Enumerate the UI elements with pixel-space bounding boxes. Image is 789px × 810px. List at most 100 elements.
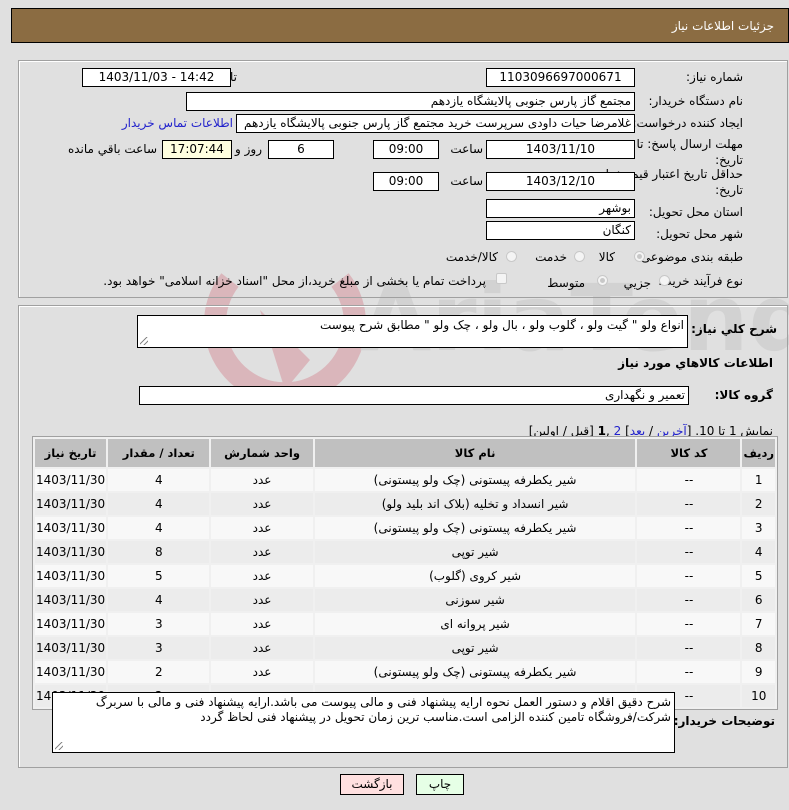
city-label: شهر محل تحویل: bbox=[656, 227, 743, 241]
treasury-payment-note: پرداخت تمام یا بخشی از مبلغ خرید،از محل … bbox=[103, 274, 486, 288]
announce-field: 1403/11/03 - 14:42 bbox=[82, 68, 231, 87]
cell-date: 1403/11/30 bbox=[35, 493, 107, 515]
page-header: جزئیات اطلاعات نیاز bbox=[11, 8, 789, 43]
cell-quantity: 4 bbox=[108, 469, 210, 491]
cell-date: 1403/11/30 bbox=[35, 565, 107, 587]
cell-row-no: 5 bbox=[742, 565, 775, 587]
goods-table-container: ردیف کد کالا نام کالا واحد شمارش تعداد /… bbox=[32, 436, 778, 710]
cell-code: -- bbox=[637, 469, 741, 491]
cell-name: شیر انسداد و تخلیه (بلاک اند بلید ولو) bbox=[314, 493, 636, 515]
process-option-minor: جزیي bbox=[623, 276, 651, 290]
reply-deadline-date-field: 1403/11/10 bbox=[486, 140, 635, 159]
cell-name: شیر توپی bbox=[314, 637, 636, 659]
cell-row-no: 2 bbox=[742, 493, 775, 515]
cell-date: 1403/11/30 bbox=[35, 589, 107, 611]
table-row: 2 -- شیر انسداد و تخلیه (بلاک اند بلید ولو… bbox=[35, 493, 775, 515]
cell-row-no: 10 bbox=[742, 685, 775, 707]
cell-row-no: 4 bbox=[742, 541, 775, 563]
cell-unit: عدد bbox=[211, 613, 313, 635]
buyer-contact-link[interactable]: اطلاعات تماس خریدار bbox=[122, 116, 233, 130]
buyer-notes-text: شرح دقیق اقلام و دستور العمل نحوه ارایه … bbox=[95, 695, 671, 724]
category-radio-goods[interactable] bbox=[634, 251, 645, 262]
col-header-quantity: تعداد / مقدار bbox=[108, 439, 210, 467]
process-radio-minor[interactable] bbox=[659, 275, 670, 286]
table-row: 4 -- شیر توپی عدد 8 1403/11/30 bbox=[35, 541, 775, 563]
cell-date: 1403/11/30 bbox=[35, 469, 107, 491]
category-option-goods-service: کالا/خدمت bbox=[445, 250, 498, 264]
resize-grip-icon[interactable] bbox=[140, 337, 148, 345]
col-header-name: نام کالا bbox=[314, 439, 636, 467]
cell-date: 1403/11/30 bbox=[35, 613, 107, 635]
table-row: 7 -- شیر پروانه ای عدد 3 1403/11/30 bbox=[35, 613, 775, 635]
cell-code: -- bbox=[637, 661, 741, 683]
city-field: کنگان bbox=[486, 221, 635, 240]
cell-unit: عدد bbox=[211, 637, 313, 659]
province-field: بوشهر bbox=[486, 199, 635, 218]
print-button[interactable]: چاپ bbox=[416, 774, 464, 795]
cell-quantity: 3 bbox=[108, 637, 210, 659]
col-header-unit: واحد شمارش bbox=[211, 439, 313, 467]
cell-code: -- bbox=[637, 637, 741, 659]
cell-row-no: 8 bbox=[742, 637, 775, 659]
reply-deadline-time-field: 09:00 bbox=[373, 140, 439, 159]
page-title: جزئیات اطلاعات نیاز bbox=[671, 19, 774, 33]
cell-quantity: 4 bbox=[108, 517, 210, 539]
summary-label: شرح کلي نياز: bbox=[691, 322, 777, 336]
cell-quantity: 4 bbox=[108, 493, 210, 515]
process-label: نوع فرآیند خرید : bbox=[658, 274, 743, 288]
cell-unit: عدد bbox=[211, 661, 313, 683]
table-row: 3 -- شیر یکطرفه پیستونی (چک ولو پیستونی) عد… bbox=[35, 517, 775, 539]
cell-code: -- bbox=[637, 589, 741, 611]
category-option-service: خدمت bbox=[535, 250, 567, 264]
buyer-org-field: مجتمع گاز پارس جنوبی پالایشگاه یازدهم bbox=[186, 92, 635, 111]
summary-textarea[interactable]: انواع ولو " گیت ولو ، گلوب ولو ، بال ولو… bbox=[137, 315, 688, 348]
cell-name: شیر کروی (گلوب) bbox=[314, 565, 636, 587]
buyer-notes-textarea[interactable]: شرح دقیق اقلام و دستور العمل نحوه ارایه … bbox=[52, 692, 675, 753]
remaining-label: ساعت باقي مانده bbox=[67, 142, 157, 156]
process-radio-medium[interactable] bbox=[597, 275, 608, 286]
cell-row-no: 6 bbox=[742, 589, 775, 611]
cell-quantity: 8 bbox=[108, 541, 210, 563]
cell-unit: عدد bbox=[211, 541, 313, 563]
cell-row-no: 7 bbox=[742, 613, 775, 635]
category-radio-goods-service[interactable] bbox=[506, 251, 517, 262]
category-label: طبقه بندی موضوعی: bbox=[636, 250, 743, 264]
cell-code: -- bbox=[637, 517, 741, 539]
cell-code: -- bbox=[637, 541, 741, 563]
goods-info-title: اطلاعات کالاهاي مورد نياز bbox=[618, 356, 773, 370]
days-label: روز و bbox=[235, 142, 262, 156]
cell-row-no: 1 bbox=[742, 469, 775, 491]
cell-quantity: 4 bbox=[108, 589, 210, 611]
price-time-label: ساعت bbox=[450, 174, 483, 188]
cell-name: شیر یکطرفه پیستونی (چک ولو پیستونی) bbox=[314, 661, 636, 683]
province-label: استان محل تحویل: bbox=[648, 205, 743, 219]
table-row: 1 -- شیر یکطرفه پیستونی (چک ولو پیستونی) عد… bbox=[35, 469, 775, 491]
col-header-row-no: ردیف bbox=[742, 439, 775, 467]
process-option-medium: متوسط bbox=[547, 276, 585, 290]
cell-unit: عدد bbox=[211, 565, 313, 587]
cell-unit: عدد bbox=[211, 493, 313, 515]
table-row: 8 -- شیر توپی عدد 3 1403/11/30 bbox=[35, 637, 775, 659]
resize-grip-icon[interactable] bbox=[55, 742, 63, 750]
buyer-org-label: نام دستگاه خریدار: bbox=[648, 94, 744, 108]
back-button[interactable]: بازگشت bbox=[340, 774, 404, 795]
cell-unit: عدد bbox=[211, 517, 313, 539]
price-validity-time-field: 09:00 bbox=[373, 172, 439, 191]
price-validity-date-field: 1403/12/10 bbox=[486, 172, 635, 191]
cell-name: شیر یکطرفه پیستونی (چک ولو پیستونی) bbox=[314, 517, 636, 539]
days-field: 6 bbox=[268, 140, 334, 159]
cell-date: 1403/11/30 bbox=[35, 541, 107, 563]
goods-group-field: تعمیر و نگهداری bbox=[139, 386, 689, 405]
cell-date: 1403/11/30 bbox=[35, 661, 107, 683]
treasury-payment-checkbox[interactable] bbox=[496, 273, 507, 284]
cell-date: 1403/11/30 bbox=[35, 637, 107, 659]
reply-deadline-label: مهلت ارسال پاسخ: تا تاریخ: bbox=[636, 137, 743, 167]
cell-quantity: 5 bbox=[108, 565, 210, 587]
cell-name: شیر سوزنی bbox=[314, 589, 636, 611]
need-number-field: 1103096697000671 bbox=[486, 68, 635, 87]
category-radio-service[interactable] bbox=[574, 251, 585, 262]
cell-unit: عدد bbox=[211, 589, 313, 611]
table-header-row: ردیف کد کالا نام کالا واحد شمارش تعداد /… bbox=[35, 439, 775, 467]
table-row: 9 -- شیر یکطرفه پیستونی (چک ولو پیستونی) عد… bbox=[35, 661, 775, 683]
table-row: 5 -- شیر کروی (گلوب) عدد 5 1403/11/30 bbox=[35, 565, 775, 587]
